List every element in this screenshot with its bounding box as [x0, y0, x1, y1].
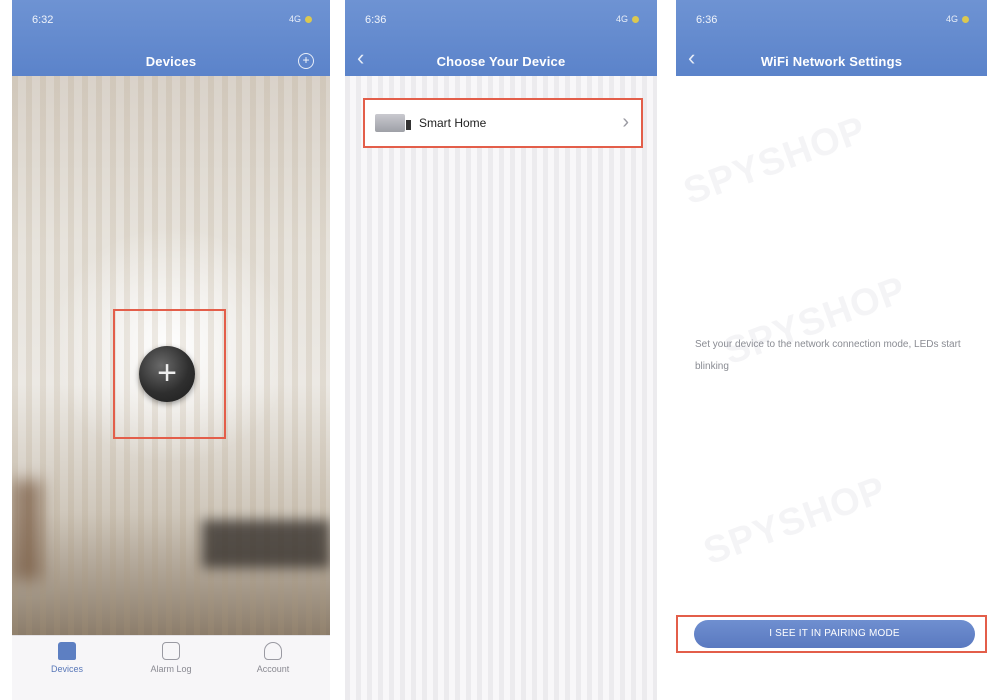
- person-icon: [264, 642, 282, 660]
- status-time: 6:36: [365, 14, 387, 26]
- smart-home-item[interactable]: Smart Home ›: [363, 98, 643, 148]
- battery-icon: [962, 16, 969, 24]
- tab-label: Account: [256, 664, 290, 674]
- tab-account[interactable]: Account: [228, 642, 318, 674]
- choose-device-screen: 6:36 4G ‹ Choose Your Device Smart Home …: [345, 0, 657, 700]
- battery-icon: [632, 16, 639, 24]
- tab-alarm-log[interactable]: Alarm Log: [126, 642, 216, 674]
- home-icon: [58, 642, 76, 660]
- wifi-settings-screen: 6:36 4G ‹ WiFi Network Settings Set your…: [676, 0, 987, 700]
- devices-header: 6:32 4G Devices +: [12, 0, 330, 76]
- battery-icon: [305, 16, 312, 24]
- router-icon: [375, 114, 411, 132]
- list-background: [345, 76, 657, 700]
- background-detail: [12, 480, 42, 580]
- page-title: Choose Your Device: [436, 54, 566, 69]
- background-detail: [202, 520, 330, 568]
- status-signal: 4G: [946, 14, 969, 24]
- content-background: [676, 76, 987, 700]
- wifi-settings-header: 6:36 4G ‹ WiFi Network Settings: [676, 0, 987, 76]
- page-title: Devices: [145, 54, 197, 69]
- tab-bar: Devices Alarm Log Account: [12, 635, 330, 700]
- plus-circle-icon[interactable]: +: [298, 53, 314, 69]
- chevron-right-icon: ›: [622, 111, 629, 133]
- tab-label: Alarm Log: [150, 664, 192, 674]
- pairing-mode-button[interactable]: I SEE IT IN PAIRING MODE: [694, 620, 975, 648]
- devices-screen: 6:32 4G Devices + + Devices Alarm Log Ac…: [12, 0, 330, 700]
- choose-device-header: 6:36 4G ‹ Choose Your Device: [345, 0, 657, 76]
- tab-devices[interactable]: Devices: [22, 642, 112, 674]
- add-device-button[interactable]: +: [139, 346, 195, 402]
- status-signal: 4G: [616, 14, 639, 24]
- page-title: WiFi Network Settings: [760, 54, 903, 69]
- list-item-label: Smart Home: [419, 116, 487, 130]
- status-time: 6:32: [32, 14, 54, 26]
- status-time: 6:36: [696, 14, 718, 26]
- chat-icon: [162, 642, 180, 660]
- tab-label: Devices: [50, 664, 83, 674]
- status-signal: 4G: [289, 14, 312, 24]
- instruction-text: Set your device to the network connectio…: [695, 339, 961, 372]
